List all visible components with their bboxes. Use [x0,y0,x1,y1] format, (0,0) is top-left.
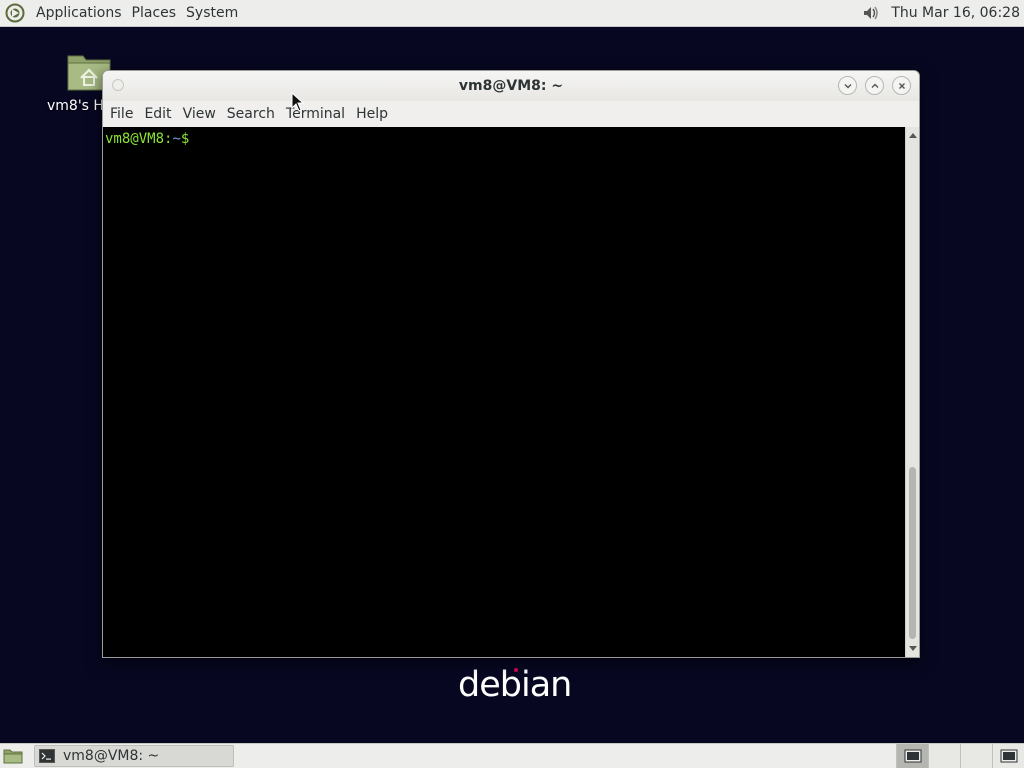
bottom-panel: vm8@VM8: ~ [0,743,1024,768]
prompt-user-host: vm8@VM8 [105,131,165,147]
workspace-2[interactable] [928,744,960,768]
clock[interactable]: Thu Mar 16, 06:28 [891,5,1020,21]
gnome-foot-icon[interactable] [4,2,26,24]
chevron-down-icon [844,83,851,88]
terminal-window[interactable]: vm8@VM8: ~ File Edit View Search Termina… [102,70,920,658]
chevron-up-icon [871,83,878,88]
menu-search[interactable]: Search [222,101,280,127]
shell-prompt: vm8@VM8:~$ [105,130,189,148]
terminal-menubar: File Edit View Search Terminal Help [103,101,919,127]
close-button[interactable] [892,76,911,95]
workspace-3[interactable] [960,744,992,768]
menu-file[interactable]: File [105,101,138,127]
menu-view[interactable]: View [178,101,221,127]
workspace-window-icon [904,749,921,763]
minimize-button[interactable] [838,76,857,95]
window-menu-icon[interactable] [112,79,124,91]
prompt-symbol: $ [180,131,190,147]
window-title: vm8@VM8: ~ [458,78,564,94]
show-desktop-icon[interactable] [2,746,24,766]
workspace-1[interactable] [896,744,928,768]
terminal-screen[interactable]: vm8@VM8:~$ [103,127,905,657]
workspace-4[interactable] [992,744,1024,768]
top-panel: Applications Places System Thu Mar 16, 0… [0,0,1024,27]
workspace-window-icon [1000,749,1017,763]
prompt-path: ~ [172,131,181,147]
mouse-pointer-icon [291,92,305,112]
close-icon [898,82,905,89]
scroll-up-arrow-icon[interactable] [906,129,919,141]
scroll-down-arrow-icon[interactable] [906,643,919,655]
places-menu[interactable]: Places [127,0,182,27]
taskbar-terminal-button[interactable]: vm8@VM8: ~ [34,745,234,767]
terminal-icon [39,749,55,763]
terminal-scrollbar[interactable] [905,127,919,657]
window-titlebar[interactable]: vm8@VM8: ~ [103,71,919,101]
taskbar-terminal-label: vm8@VM8: ~ [63,748,160,764]
scrollbar-thumb[interactable] [909,467,916,639]
maximize-button[interactable] [865,76,884,95]
speaker-volume-icon[interactable] [861,3,881,23]
panel-tray: Thu Mar 16, 06:28 [861,0,1024,27]
debian-logo: debian [458,660,572,708]
applications-menu[interactable]: Applications [31,0,127,27]
debian-dot [514,668,518,672]
menu-help[interactable]: Help [351,101,393,127]
window-controls [838,76,911,95]
menu-edit[interactable]: Edit [139,101,176,127]
system-menu[interactable]: System [181,0,243,27]
workspace-switcher [896,744,1024,768]
